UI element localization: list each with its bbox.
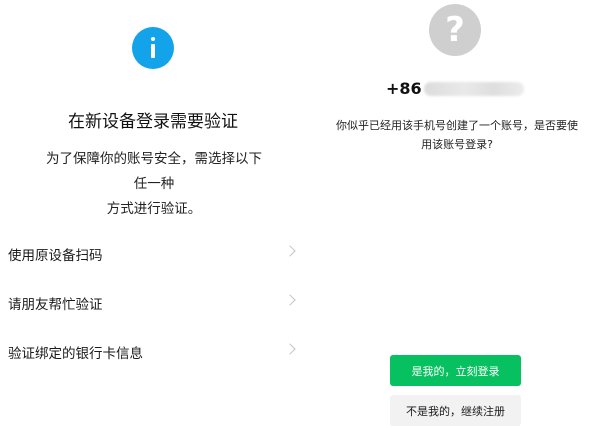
- new-device-verification-panel: 在新设备登录需要验证 为了保障你的账号安全，需选择以下任一种 方式进行验证。 使…: [0, 0, 310, 428]
- option-label: 使用原设备扫码: [8, 248, 103, 264]
- option-scan-with-original-device[interactable]: 使用原设备扫码: [0, 230, 310, 279]
- login-now-button[interactable]: 是我的，立刻登录: [390, 355, 521, 386]
- account-question-line-1: 你似乎已经用该手机号创建了一个账号，是否要使: [336, 119, 578, 132]
- verification-description-line-1: 为了保障你的账号安全，需选择以下任一种: [46, 151, 262, 192]
- option-friend-verification[interactable]: 请朋友帮忙验证: [0, 279, 310, 328]
- option-bank-card-verification[interactable]: 验证绑定的银行卡信息: [0, 328, 310, 377]
- option-label: 验证绑定的银行卡信息: [8, 346, 143, 362]
- unknown-user-avatar: ?: [429, 4, 481, 56]
- verification-description-line-2: 方式进行验证。: [106, 201, 202, 217]
- existing-account-panel: ? +86 你似乎已经用该手机号创建了一个账号，是否要使 用该账号登录? 是我的…: [310, 0, 600, 428]
- account-question: 你似乎已经用该手机号创建了一个账号，是否要使 用该账号登录?: [330, 116, 584, 154]
- option-label: 请朋友帮忙验证: [8, 297, 103, 313]
- chevron-right-icon: [284, 245, 296, 257]
- phone-number: +86: [386, 78, 566, 100]
- chevron-right-icon: [284, 294, 296, 306]
- verification-description: 为了保障你的账号安全，需选择以下任一种 方式进行验证。: [40, 147, 268, 222]
- account-question-line-2: 用该账号登录?: [421, 138, 493, 151]
- continue-register-button[interactable]: 不是我的，继续注册: [390, 395, 521, 426]
- phone-country-code: +86: [386, 79, 422, 98]
- chevron-right-icon: [284, 343, 296, 355]
- info-icon: [132, 27, 174, 69]
- phone-number-masked: [424, 82, 524, 96]
- info-icon-bar: [151, 44, 155, 58]
- verification-options-list: 使用原设备扫码 请朋友帮忙验证 验证绑定的银行卡信息: [0, 230, 310, 377]
- info-icon-dot: [151, 37, 155, 41]
- verification-title: 在新设备登录需要验证: [68, 112, 238, 132]
